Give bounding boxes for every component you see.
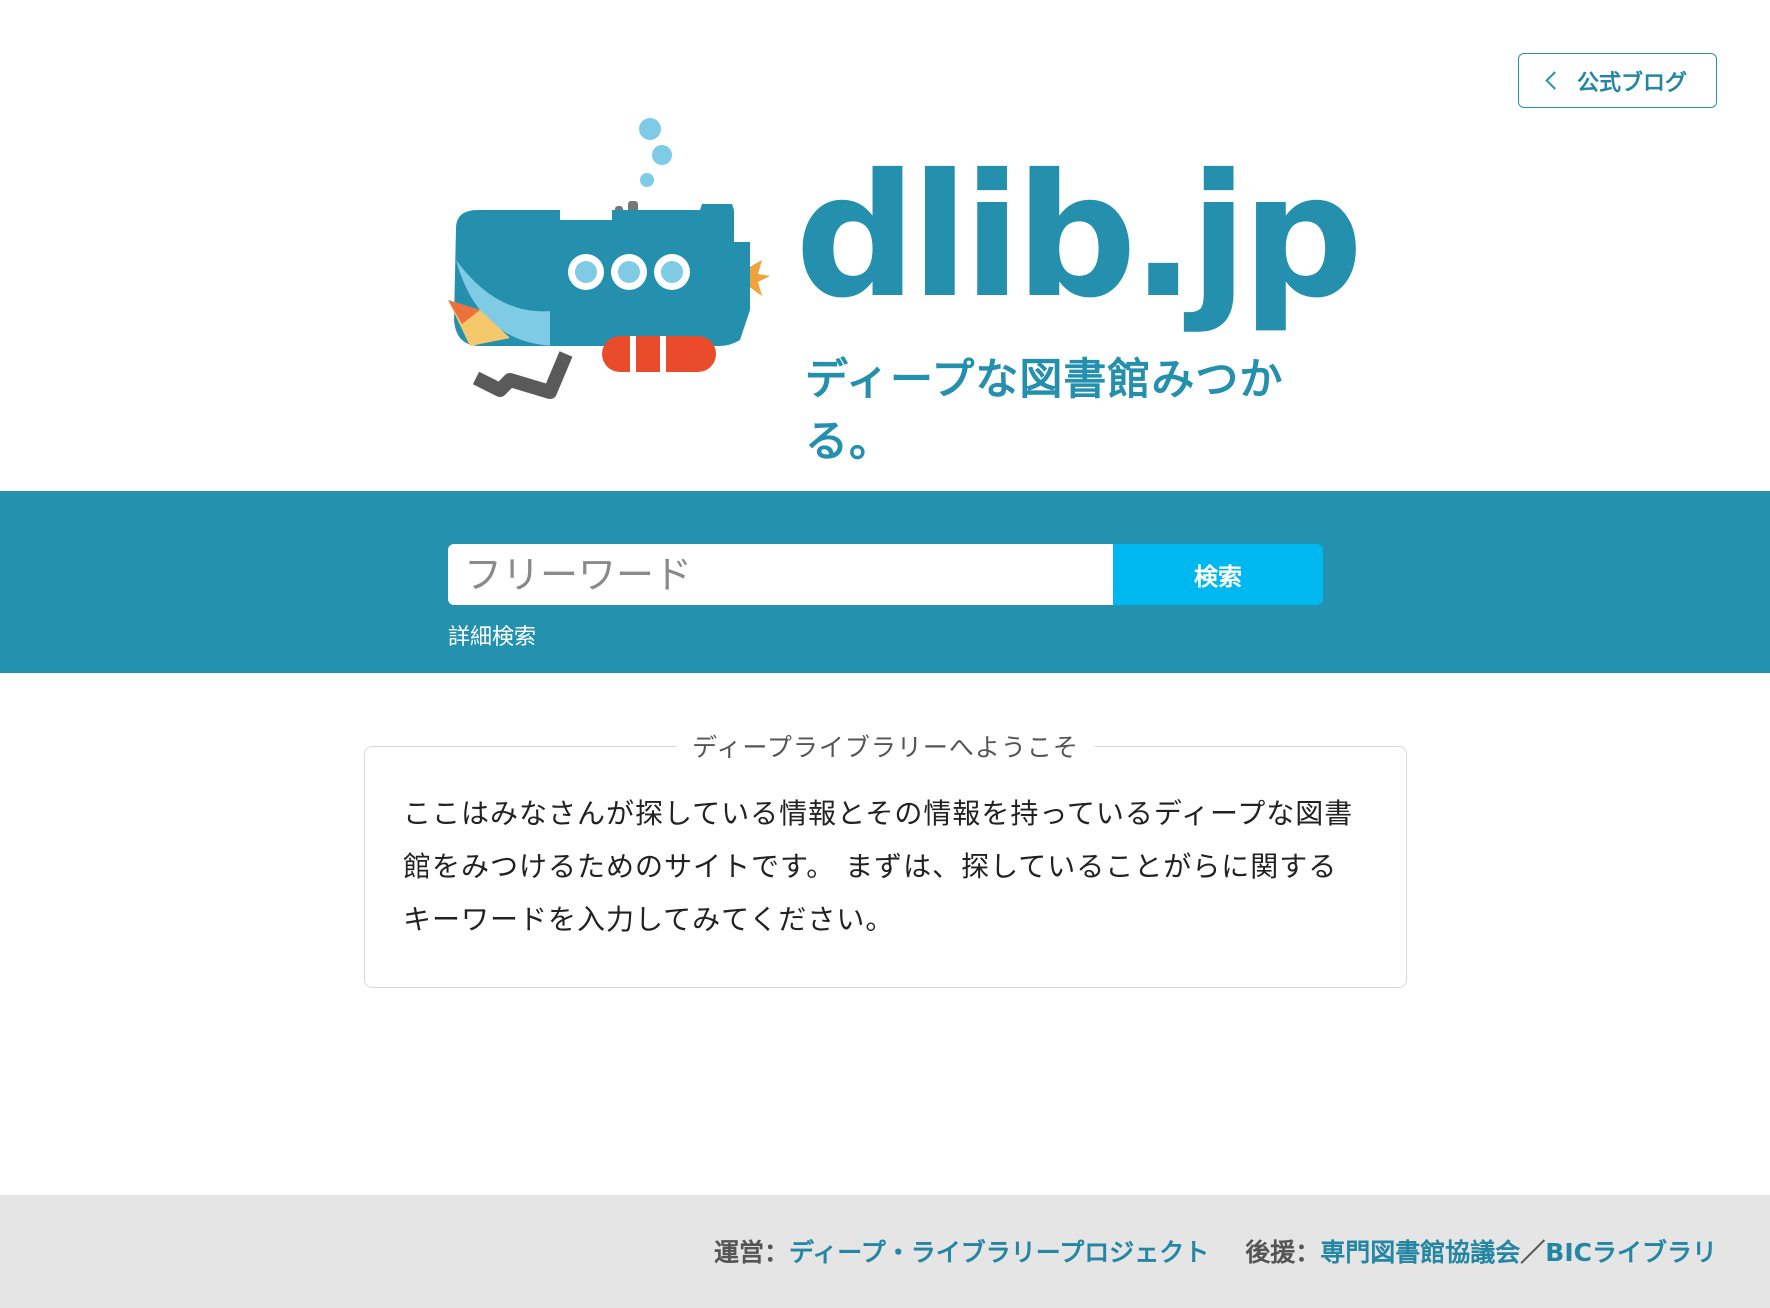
operator-label: 運営： — [713, 1238, 789, 1267]
advanced-search-link[interactable]: 詳細検索 — [448, 619, 536, 651]
site-logo[interactable]: dlib.jp ディープな図書館みつかる。 — [440, 110, 1363, 467]
support-label: 後援： — [1245, 1238, 1321, 1267]
welcome-box: ディープライブラリーへようこそ ここはみなさんが探している情報とその情報を持って… — [364, 728, 1407, 988]
blog-button-label: 公式ブログ — [1576, 70, 1687, 96]
welcome-text: ここはみなさんが探している情報とその情報を持っているディープな図書館をみつけるた… — [403, 797, 1354, 936]
footer-credits: 運営：ディープ・ライブラリープロジェクト 後援：専門図書館協議会／BICライブラリ — [714, 1233, 1717, 1269]
search-button[interactable]: 検索 — [1113, 544, 1323, 605]
chevron-left-icon — [1545, 71, 1564, 90]
search-input[interactable] — [448, 544, 1113, 605]
support-link-bic[interactable]: BICライブラリ — [1545, 1238, 1717, 1267]
submarine-illustration — [448, 118, 770, 399]
search-section: 検索 詳細検索 — [0, 491, 1770, 673]
logo-wordmark: dlib.jp — [795, 138, 1363, 336]
operator-link[interactable]: ディープ・ライブラリープロジェクト — [789, 1238, 1209, 1267]
welcome-title: ディープライブラリーへようこそ — [676, 728, 1095, 764]
footer: 運営：ディープ・ライブラリープロジェクト 後援：専門図書館協議会／BICライブラリ — [0, 1195, 1770, 1308]
logo-tagline: ディープな図書館みつかる。 — [805, 355, 1284, 467]
support-link-sla[interactable]: 専門図書館協議会 — [1320, 1238, 1520, 1267]
blog-button[interactable]: 公式ブログ — [1518, 53, 1717, 108]
support-separator: ／ — [1520, 1238, 1546, 1267]
page: 公式ブログ dlib.jp ディープな図書館みつかる。 フリーワード 検索 詳細… — [0, 0, 1770, 1308]
